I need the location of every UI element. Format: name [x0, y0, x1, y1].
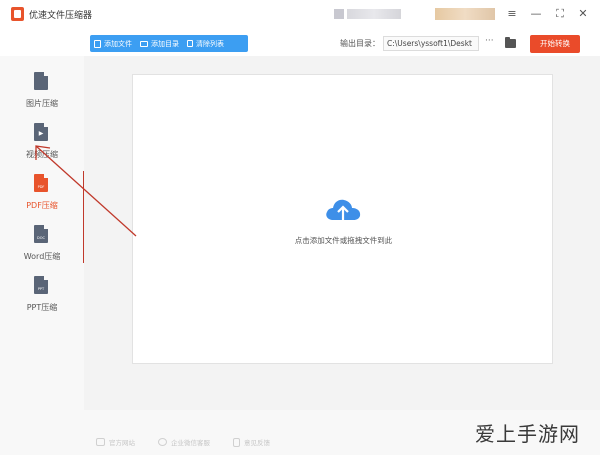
vip-badge-blurred[interactable] — [435, 8, 495, 20]
annotation-arrow — [35, 145, 137, 237]
file-drop-zone[interactable]: 点击添加文件或拖拽文件到此 — [132, 74, 553, 364]
title-bar: 优速文件压缩器 ≡ — ⛶ ✕ — [0, 0, 600, 28]
user-info-blurred — [347, 9, 401, 19]
add-folder-label: 添加目录 — [151, 39, 179, 48]
footer-website-link[interactable]: 官方网站 — [96, 437, 135, 447]
sidebar-item-label: PPT压缩 — [26, 303, 58, 312]
image-file-icon — [34, 72, 48, 90]
footer-feedback-label: 意见反馈 — [244, 439, 270, 447]
clear-list-label: 清除列表 — [196, 39, 224, 48]
app-logo-icon — [11, 7, 24, 21]
maximize-icon[interactable]: ⛶ — [551, 5, 569, 23]
close-icon[interactable]: ✕ — [574, 5, 592, 23]
video-file-icon: ▶ — [34, 123, 48, 141]
feedback-icon — [233, 437, 240, 447]
footer-wechat-link[interactable]: 企业微信客服 — [158, 437, 210, 447]
start-convert-button[interactable]: 开始转换 — [530, 35, 580, 53]
file-action-group: 添加文件 添加目录 清除列表 — [90, 35, 248, 52]
menu-icon[interactable]: ≡ — [503, 5, 521, 23]
output-path-field[interactable]: C:\Users\yssoft1\Deskt — [383, 36, 479, 51]
toolbar: 添加文件 添加目录 清除列表 输出目录： C:\Users\yssoft1\De… — [88, 32, 600, 56]
ppt-file-icon: PPT — [34, 276, 48, 294]
user-avatar[interactable] — [334, 9, 344, 19]
output-dir-label: 输出目录： — [340, 39, 380, 48]
add-file-button[interactable]: 添加文件 — [94, 39, 132, 49]
wechat-icon — [158, 438, 167, 446]
footer-wechat-label: 企业微信客服 — [171, 439, 210, 447]
drop-hint-text: 点击添加文件或拖拽文件到此 — [294, 236, 393, 245]
app-title: 优速文件压缩器 — [29, 11, 93, 21]
sidebar-item-image-compress[interactable]: 图片压缩 — [0, 72, 84, 116]
sidebar-item-ppt-compress[interactable]: PPT PPT压缩 — [0, 276, 84, 320]
cloud-upload-icon — [326, 199, 361, 224]
trash-icon — [187, 40, 193, 47]
monitor-icon — [96, 438, 105, 446]
footer-website-label: 官方网站 — [109, 439, 135, 447]
clear-list-button[interactable]: 清除列表 — [187, 39, 224, 49]
add-file-label: 添加文件 — [104, 39, 132, 48]
sidebar-item-label: Word压缩 — [23, 252, 61, 261]
file-icon — [94, 39, 101, 48]
footer-feedback-link[interactable]: 意见反馈 — [233, 437, 270, 447]
sidebar-item-label: 图片压缩 — [26, 99, 58, 108]
add-folder-button[interactable]: 添加目录 — [140, 39, 179, 49]
open-folder-icon[interactable] — [505, 37, 516, 48]
folder-outline-icon — [140, 40, 148, 47]
more-options-button[interactable]: ··· — [485, 36, 494, 46]
minimize-icon[interactable]: — — [527, 5, 545, 23]
site-watermark: 爱上手游网 — [475, 422, 580, 446]
